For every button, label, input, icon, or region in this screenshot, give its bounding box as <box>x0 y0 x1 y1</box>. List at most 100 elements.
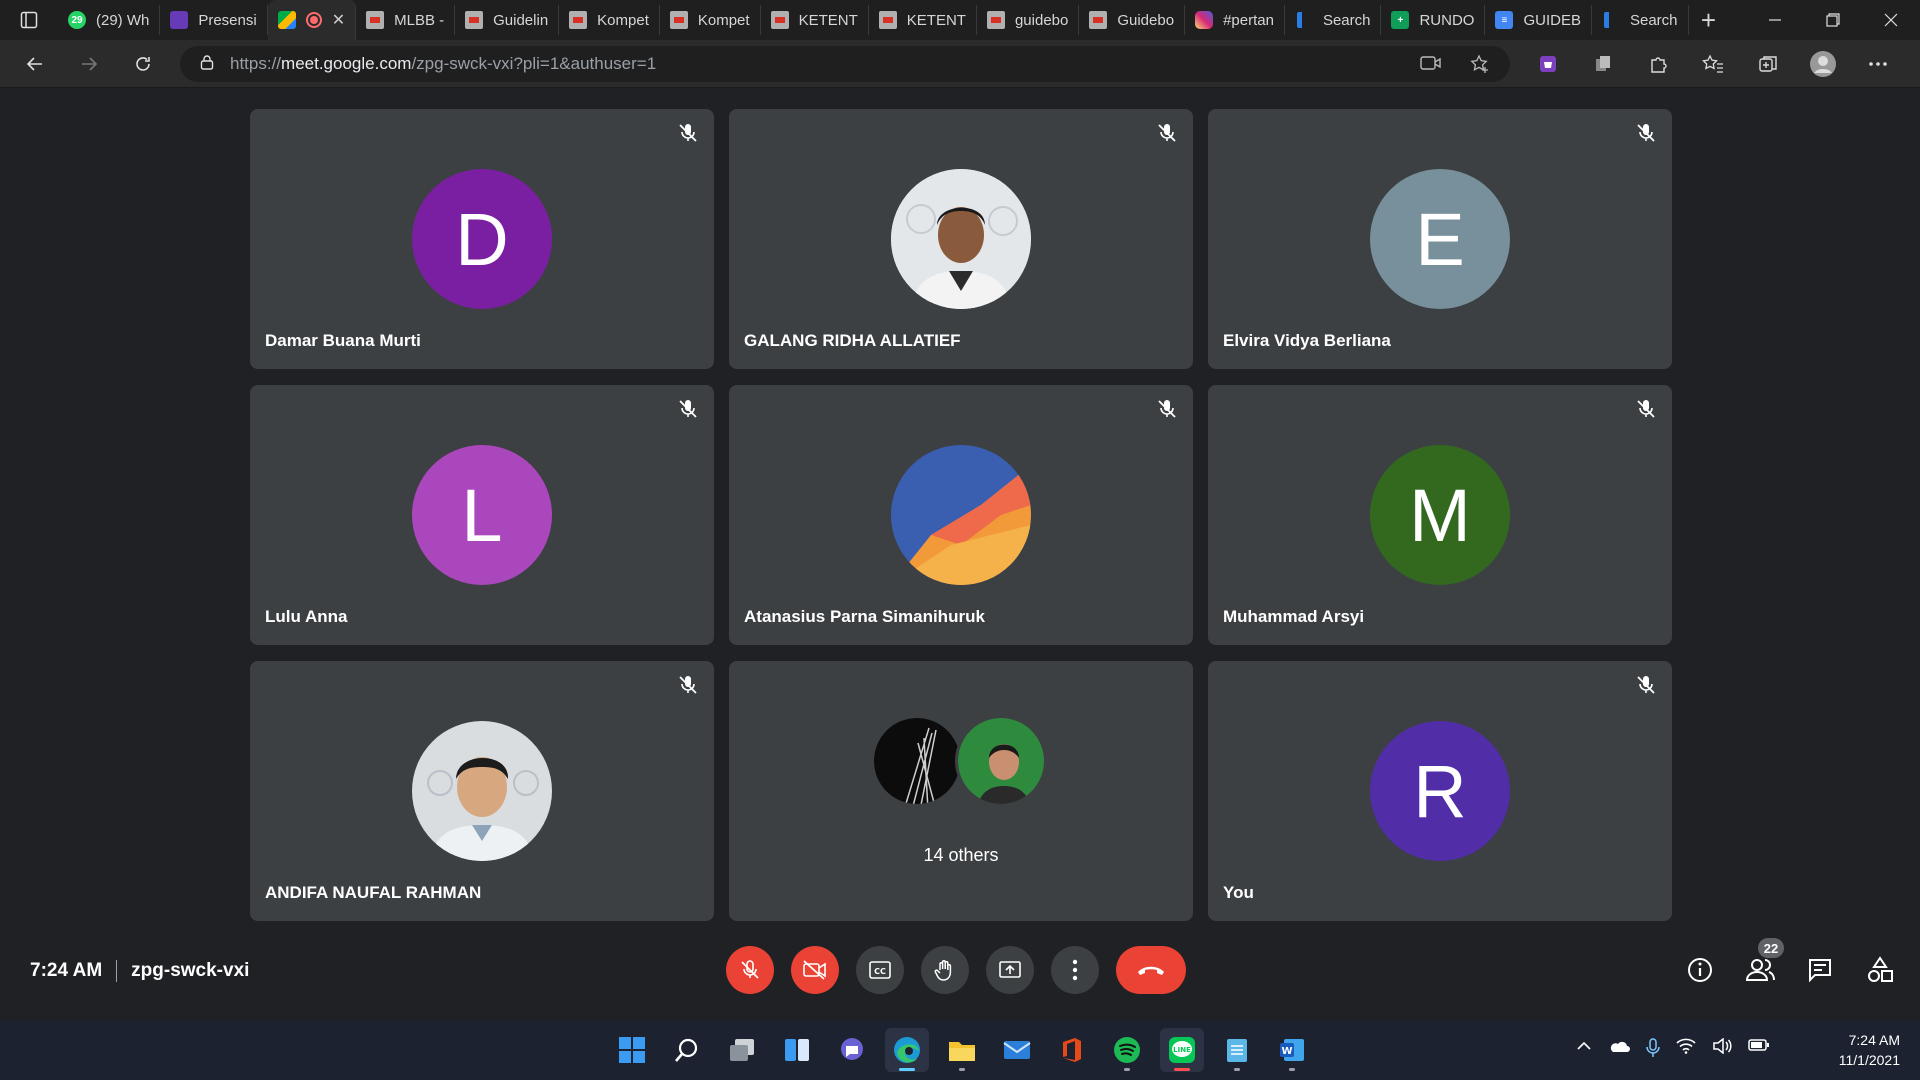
forward-button[interactable] <box>62 40 116 88</box>
tab-guidebo-1[interactable]: guidebo <box>977 5 1080 35</box>
extensions-puzzle-icon[interactable] <box>1630 40 1685 88</box>
search-icon[interactable] <box>665 1028 709 1072</box>
wifi-icon[interactable] <box>1676 1038 1696 1063</box>
participant-tile[interactable]: M Muhammad Arsyi <box>1208 385 1672 645</box>
new-tab-button[interactable]: + <box>1689 5 1729 36</box>
address-bar[interactable]: https://meet.google.com/zpg-swck-vxi?pli… <box>180 46 1510 82</box>
tab-guideb[interactable]: ≡ GUIDEB <box>1485 5 1592 35</box>
url-prefix: https:// <box>230 54 282 73</box>
toggle-camera-button[interactable] <box>791 946 839 994</box>
leave-call-button[interactable] <box>1116 946 1186 994</box>
spotify-icon[interactable] <box>1105 1028 1149 1072</box>
tab-kompet-1[interactable]: Kompet <box>559 5 660 35</box>
close-window-button[interactable] <box>1862 0 1920 40</box>
browser-toolbar: https://meet.google.com/zpg-swck-vxi?pli… <box>0 40 1920 88</box>
chat-button[interactable] <box>1800 950 1840 990</box>
google-docs-icon: ≡ <box>1495 11 1514 29</box>
extension-shield-icon[interactable] <box>1520 40 1575 88</box>
file-explorer-icon[interactable] <box>940 1028 984 1072</box>
windows-start-icon[interactable] <box>610 1028 654 1072</box>
tab-bing-search-2[interactable]: Search <box>1592 5 1689 35</box>
windows-taskbar: LINE W 7:24 AM 11/1/2021 <box>0 1020 1920 1080</box>
widgets-icon[interactable] <box>775 1028 819 1072</box>
task-view-icon[interactable] <box>720 1028 764 1072</box>
tab-google-meet[interactable]: ✕ <box>267 0 357 40</box>
bing-icon <box>1602 11 1620 29</box>
restore-button[interactable] <box>1804 0 1862 40</box>
edge-icon[interactable] <box>885 1028 929 1072</box>
muted-mic-icon <box>679 124 697 142</box>
others-tile[interactable]: 14 others <box>729 661 1193 921</box>
refresh-button[interactable] <box>116 40 170 88</box>
tab-label: KETENT <box>906 11 966 29</box>
participant-avatar: D <box>412 169 552 309</box>
people-button[interactable]: 22 <box>1740 938 1784 990</box>
line-icon[interactable]: LINE <box>1160 1028 1204 1072</box>
toggle-microphone-button[interactable] <box>726 946 774 994</box>
svg-text:CC: CC <box>874 967 886 976</box>
profile-avatar-icon[interactable] <box>1795 40 1850 88</box>
participant-tile[interactable]: L Lulu Anna <box>250 385 714 645</box>
present-screen-button[interactable] <box>986 946 1034 994</box>
captions-button[interactable]: CC <box>856 946 904 994</box>
notepad-icon[interactable] <box>1215 1028 1259 1072</box>
participant-tile[interactable]: GALANG RIDHA ALLATIEF <box>729 109 1193 369</box>
more-vert-icon <box>1072 959 1078 981</box>
google-forms-icon <box>170 11 189 29</box>
volume-icon[interactable] <box>1712 1037 1732 1063</box>
tab-ketent-1[interactable]: KETENT <box>761 5 869 35</box>
tab-label: Guidebo <box>1117 11 1175 29</box>
tab-whatsapp[interactable]: 29 (29) Wh <box>58 5 161 35</box>
mic-off-icon <box>741 960 759 979</box>
onedrive-icon[interactable] <box>1608 1038 1630 1063</box>
participant-photo-avatar <box>412 721 552 861</box>
participant-name: GALANG RIDHA ALLATIEF <box>744 331 961 350</box>
self-tile[interactable]: R You <box>1208 661 1672 921</box>
back-button[interactable] <box>8 40 62 88</box>
tab-mlbb[interactable]: MLBB - <box>356 5 456 35</box>
close-tab-icon[interactable]: ✕ <box>332 10 345 30</box>
browser-extensions <box>1520 40 1905 88</box>
raise-hand-button[interactable] <box>921 946 969 994</box>
tab-guidelin[interactable]: Guidelin <box>455 5 560 35</box>
extension-copy-icon[interactable] <box>1575 40 1630 88</box>
more-menu-icon[interactable] <box>1850 40 1905 88</box>
other-participant-avatar <box>955 715 1047 807</box>
tab-kompet-2[interactable]: Kompet <box>660 5 761 35</box>
add-favorite-icon[interactable] <box>1470 54 1490 79</box>
participant-tile[interactable]: Atanasius Parna Simanihuruk <box>729 385 1193 645</box>
minimize-button[interactable] <box>1746 0 1804 40</box>
activities-button[interactable] <box>1860 950 1900 990</box>
participant-name: Elvira Vidya Berliana <box>1223 331 1391 350</box>
participant-tile[interactable]: ANDIFA NAUFAL RAHMAN <box>250 661 714 921</box>
participant-tile[interactable]: E Elvira Vidya Berliana <box>1208 109 1672 369</box>
participant-photo-avatar <box>891 445 1031 585</box>
collections-icon[interactable] <box>1740 40 1795 88</box>
present-icon <box>999 961 1021 978</box>
mail-icon[interactable] <box>995 1028 1039 1072</box>
tab-ketent-2[interactable]: KETENT <box>869 5 977 35</box>
tab-presensi[interactable]: Presensi <box>160 5 268 35</box>
tab-instagram[interactable]: #pertan <box>1185 5 1285 35</box>
system-clock[interactable]: 7:24 AM 11/1/2021 <box>1839 1030 1900 1070</box>
lock-icon[interactable] <box>200 54 214 75</box>
chat-icon[interactable] <box>830 1028 874 1072</box>
battery-icon[interactable] <box>1748 1038 1770 1063</box>
tab-label: GUIDEB <box>1523 11 1581 29</box>
camera-in-use-icon[interactable] <box>1420 54 1442 79</box>
tab-rundown[interactable]: + RUNDO <box>1381 5 1486 35</box>
favorites-icon[interactable] <box>1685 40 1740 88</box>
tab-bing-search-1[interactable]: Search <box>1285 5 1382 35</box>
word-icon[interactable]: W <box>1270 1028 1314 1072</box>
pdf-icon <box>986 11 1005 29</box>
tab-actions-icon[interactable] <box>0 0 58 40</box>
tab-label: MLBB - <box>394 11 445 29</box>
office-icon[interactable] <box>1050 1028 1094 1072</box>
more-options-button[interactable] <box>1051 946 1099 994</box>
meeting-details-button[interactable] <box>1680 950 1720 990</box>
system-tray <box>1576 1037 1770 1063</box>
participant-tile[interactable]: D Damar Buana Murti <box>250 109 714 369</box>
chevron-up-icon[interactable] <box>1576 1038 1592 1063</box>
tab-guidebo-2[interactable]: Guidebo <box>1079 5 1186 35</box>
microphone-icon[interactable] <box>1646 1038 1660 1063</box>
